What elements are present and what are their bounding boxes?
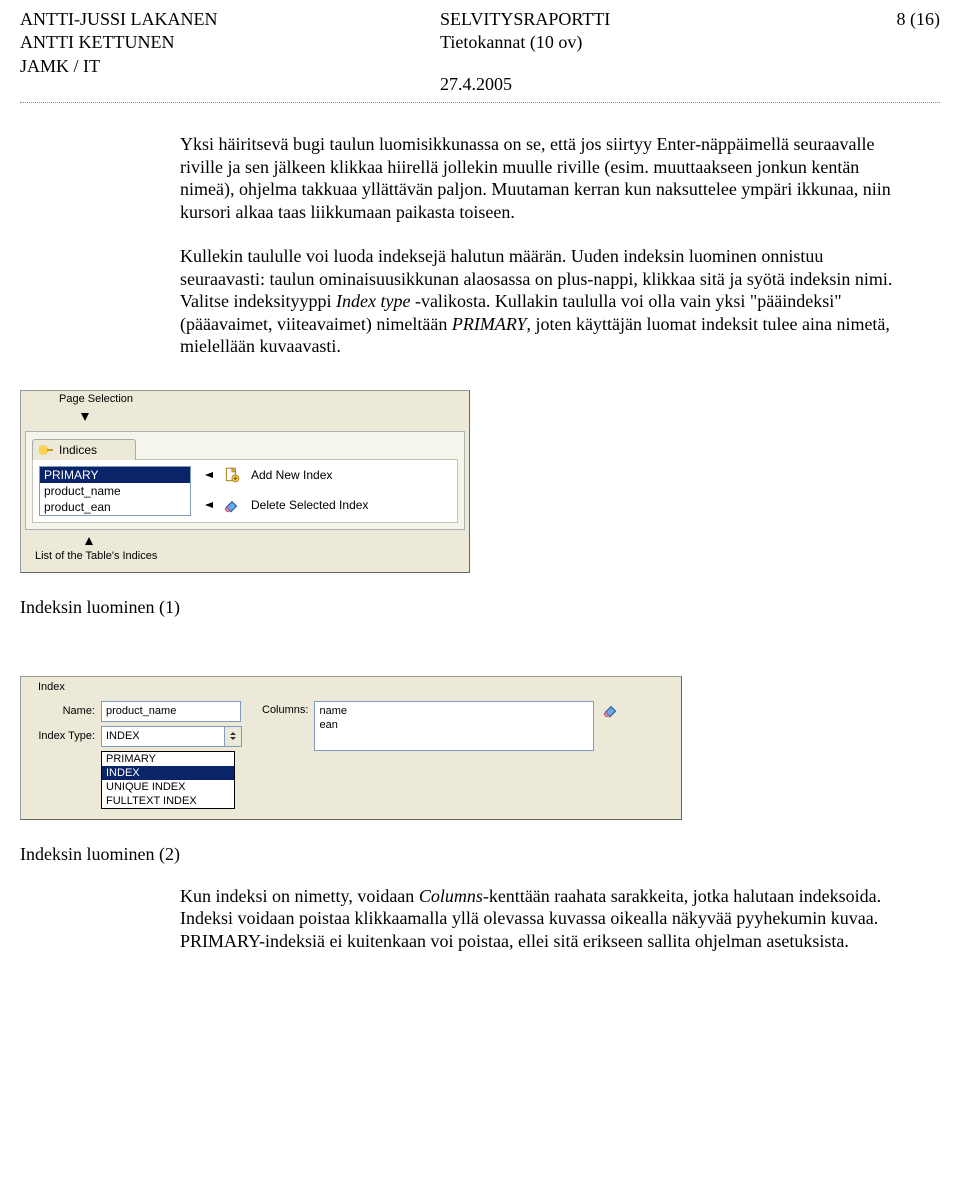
callout-page-selection: Page Selection	[59, 393, 133, 405]
author-2: ANTTI KETTUNEN	[20, 31, 440, 54]
callout-arrow-up	[85, 534, 93, 548]
paragraph-3: Kun indeksi on nimetty, voidaan Columns-…	[180, 885, 900, 953]
arrow-left-icon	[205, 472, 213, 478]
p3-em1: Columns	[419, 886, 483, 906]
header-divider	[20, 102, 940, 103]
doc-title: SELVITYSRAPORTTI	[440, 8, 860, 31]
caption-1: Indeksin luominen (1)	[20, 597, 940, 618]
eraser-icon[interactable]	[602, 701, 620, 719]
columns-listbox[interactable]: name ean	[314, 701, 594, 751]
updown-icon	[229, 732, 237, 740]
eraser-icon	[223, 496, 241, 514]
key-icon	[39, 445, 53, 455]
fieldset-legend: Index	[35, 681, 68, 693]
p2-em2: PRIMARY	[452, 314, 527, 334]
date: 27.4.2005	[440, 73, 860, 96]
header-middle: SELVITYSRAPORTTI Tietokannat (10 ov) 27.…	[440, 8, 860, 96]
new-index-icon	[223, 466, 241, 484]
content-footer: Kun indeksi on nimetty, voidaan Columns-…	[180, 885, 900, 953]
delete-index-button[interactable]: Delete Selected Index	[205, 496, 368, 514]
page-header: ANTTI-JUSSI LAKANEN ANTTI KETTUNEN JAMK …	[20, 8, 940, 96]
add-index-label: Add New Index	[251, 468, 332, 482]
header-left: ANTTI-JUSSI LAKANEN ANTTI KETTUNEN JAMK …	[20, 8, 440, 96]
org: JAMK / IT	[20, 55, 440, 78]
tab-label: Indices	[59, 443, 97, 457]
page-number: 8 (16)	[860, 8, 940, 31]
columns-label: Columns:	[262, 704, 308, 716]
name-label: Name:	[31, 705, 95, 717]
dropdown-option[interactable]: PRIMARY	[102, 752, 234, 766]
p2-em1: Index type	[336, 291, 410, 311]
dropdown-option[interactable]: UNIQUE INDEX	[102, 780, 234, 794]
paragraph-1: Yksi häiritsevä bugi taulun luomisikkuna…	[180, 133, 900, 223]
indices-tab[interactable]: Indices	[32, 439, 136, 460]
callout-arrow-down-1	[81, 409, 89, 423]
dropdown-option[interactable]: INDEX	[102, 766, 234, 780]
list-item[interactable]: product_name	[40, 483, 190, 499]
index-actions: Add New Index Delete Selected Index	[205, 466, 368, 514]
list-item[interactable]: PRIMARY	[40, 467, 190, 483]
column-item[interactable]: ean	[319, 718, 589, 732]
list-item[interactable]: product_ean	[40, 499, 190, 515]
add-index-button[interactable]: Add New Index	[205, 466, 368, 484]
screenshot-index-form: Index Name: Index Type: PRIMARY INDEX	[20, 676, 682, 820]
author-1: ANTTI-JUSSI LAKANEN	[20, 8, 440, 31]
index-type-dropdown[interactable]: PRIMARY INDEX UNIQUE INDEX FULLTEXT INDE…	[101, 751, 235, 809]
callout-label: Page Selection	[59, 393, 133, 405]
indices-listbox[interactable]: PRIMARY product_name product_ean	[39, 466, 191, 516]
callout-list-of-indices: List of the Table's Indices	[35, 550, 157, 562]
course: Tietokannat (10 ov)	[440, 31, 860, 54]
indices-panel: Indices PRIMARY product_name product_ean…	[25, 431, 465, 530]
index-name-input[interactable]	[101, 701, 241, 722]
combobox-toggle[interactable]	[225, 726, 242, 747]
dropdown-option[interactable]: FULLTEXT INDEX	[102, 794, 234, 808]
header-right: 8 (16)	[860, 8, 940, 96]
column-item[interactable]: name	[319, 704, 589, 718]
p3-a: Kun indeksi on nimetty, voidaan	[180, 886, 419, 906]
index-type-value[interactable]	[101, 726, 225, 747]
arrow-left-icon	[205, 502, 213, 508]
index-type-combobox[interactable]	[101, 726, 242, 747]
caption-2: Indeksin luominen (2)	[20, 844, 940, 865]
type-label: Index Type:	[31, 730, 95, 742]
screenshot-indices-panel: Page Selection Indices PRIMARY product_n…	[20, 390, 470, 573]
delete-index-label: Delete Selected Index	[251, 498, 368, 512]
content-body: Yksi häiritsevä bugi taulun luomisikkuna…	[180, 133, 900, 358]
paragraph-2: Kullekin taululle voi luoda indeksejä ha…	[180, 245, 900, 358]
